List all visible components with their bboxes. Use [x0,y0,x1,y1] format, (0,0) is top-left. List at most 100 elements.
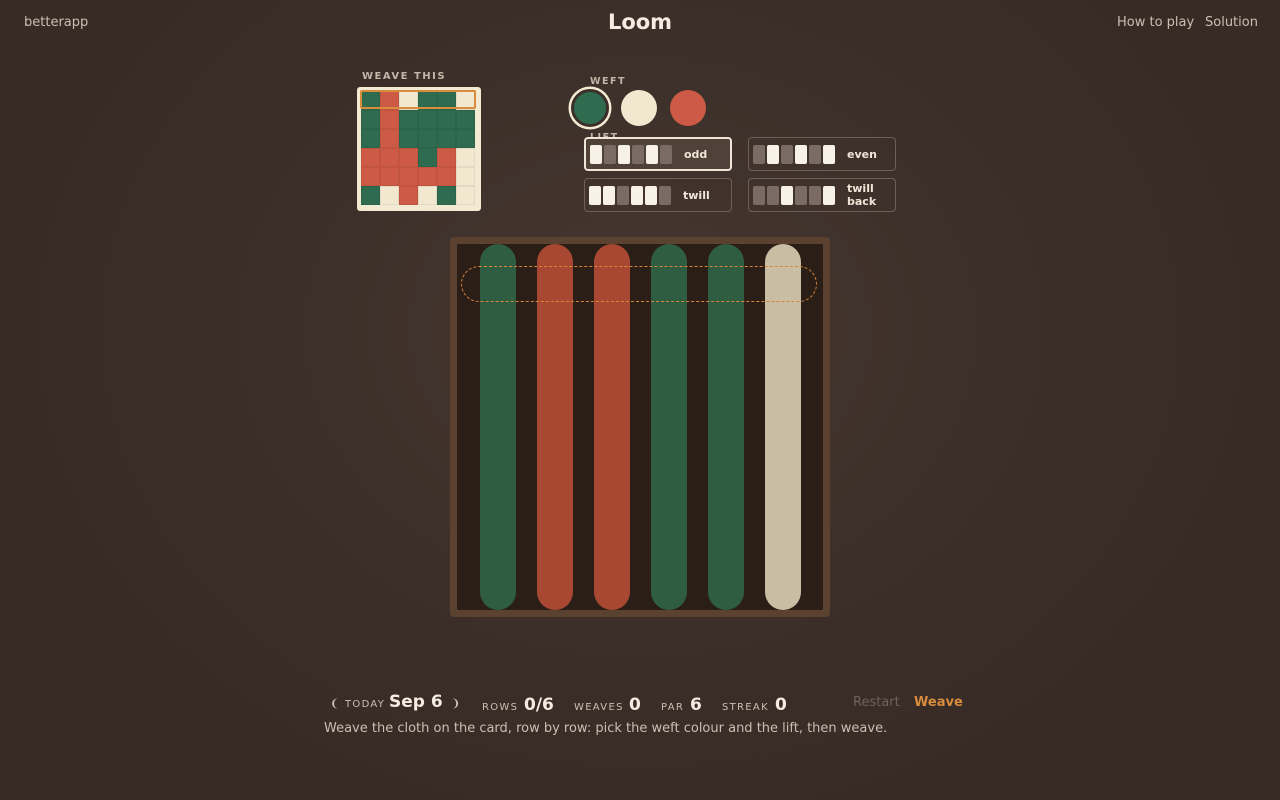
target-cell [418,186,437,205]
weft-swatch-cream[interactable] [621,90,657,126]
weaves-label: WEAVES [574,702,624,713]
peg-up [823,144,835,164]
today-label: TODAY [345,699,386,710]
peg-down [659,185,671,205]
target-cell [399,91,418,110]
lift-pegs [590,144,672,164]
target-cell [399,110,418,129]
date-value: Sep 6 [389,692,443,712]
target-cell [380,110,399,129]
target-cell [380,167,399,186]
weft-swatch-green[interactable] [571,89,609,127]
weaves-value: 0 [629,695,641,715]
target-cell [380,148,399,167]
target-cell [437,148,456,167]
target-cell [456,110,475,129]
target-cell [418,91,437,110]
peg-up [618,144,630,164]
warp-thread [537,244,573,610]
peg-down [753,185,765,205]
peg-up [645,185,657,205]
lift-pegs [753,144,835,164]
lift-name: twill back [847,182,877,208]
target-cell [456,91,475,110]
target-cell [418,167,437,186]
target-cell [437,129,456,148]
target-cell [456,167,475,186]
target-cell [361,129,380,148]
target-cell [418,129,437,148]
how-to-play-link[interactable]: How to play [1117,15,1194,30]
rows-label: ROWS [482,702,519,713]
peg-down [809,144,821,164]
peg-down [781,144,793,164]
peg-up [590,144,602,164]
prev-day-button[interactable]: ❨ [330,697,339,710]
par-label: PAR [661,702,685,713]
lift-pegs [589,185,671,205]
peg-down [795,185,807,205]
peg-up [823,185,835,205]
loom-frame [450,237,830,617]
target-cell [418,148,437,167]
peg-up [781,185,793,205]
restart-button[interactable]: Restart [853,695,900,710]
lift-name: twill [683,188,710,202]
target-cell [380,186,399,205]
target-cell [399,186,418,205]
warp-thread [480,244,516,610]
target-cell [361,110,380,129]
weft-swatch-red[interactable] [670,90,706,126]
lift-name: odd [684,147,708,161]
target-card [357,87,481,211]
game-title: Loom [607,10,673,34]
peg-down [767,185,779,205]
target-cell [437,186,456,205]
streak-label: STREAK [722,702,769,713]
target-cell [361,186,380,205]
lift-name: even [847,147,877,161]
rows-value: 0/6 [524,695,554,715]
target-cell [437,91,456,110]
instructions-text: Weave the cloth on the card, row by row:… [324,721,888,736]
lift-button-odd[interactable]: odd [584,137,732,171]
target-cell [361,167,380,186]
target-cell [399,129,418,148]
par-value: 6 [690,695,702,715]
target-cell [361,148,380,167]
peg-down [632,144,644,164]
streak-value: 0 [775,695,787,715]
peg-down [809,185,821,205]
target-cell [437,110,456,129]
peg-down [617,185,629,205]
lift-button-twill-back[interactable]: twill back [748,178,896,212]
warp-thread [765,244,801,610]
target-cell [456,186,475,205]
lift-button-twill[interactable]: twill [584,178,732,212]
target-cell [380,129,399,148]
peg-down [753,144,765,164]
lift-button-even[interactable]: even [748,137,896,171]
solution-link[interactable]: Solution [1205,15,1258,30]
target-cell [380,91,399,110]
target-cell [361,91,380,110]
loom-bed[interactable] [457,244,823,610]
target-cell [456,129,475,148]
peg-up [767,144,779,164]
peg-up [589,185,601,205]
weave-button[interactable]: Weave [914,695,963,710]
peg-up [795,144,807,164]
weft-label: WEFT [590,76,626,87]
target-cell [399,167,418,186]
peg-up [646,144,658,164]
peg-up [603,185,615,205]
warp-thread [594,244,630,610]
target-cell [399,148,418,167]
target-pattern-grid [361,91,475,205]
peg-down [604,144,616,164]
target-cell [418,110,437,129]
next-day-button[interactable]: ❩ [451,697,460,710]
peg-down [660,144,672,164]
peg-up [631,185,643,205]
lift-pegs [753,185,835,205]
